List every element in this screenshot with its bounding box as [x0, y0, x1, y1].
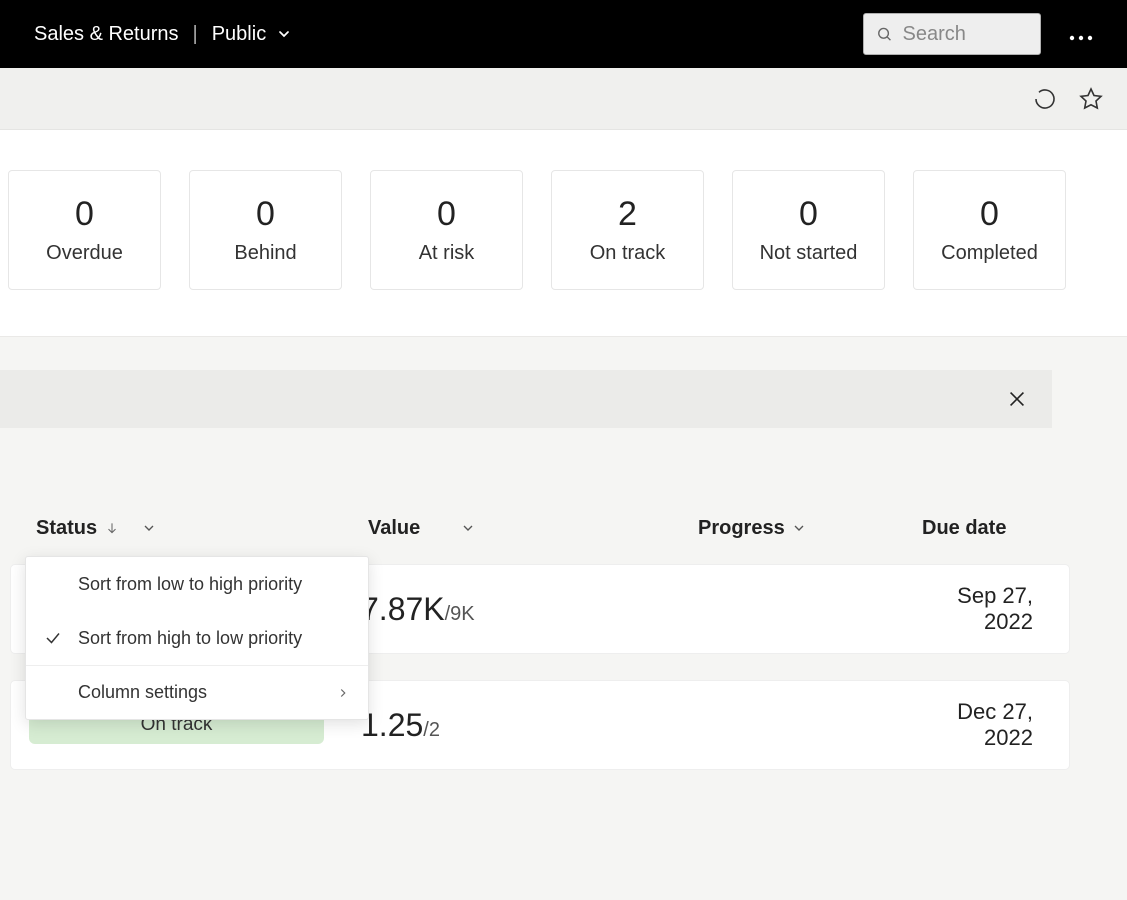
stat-value: 0 — [256, 195, 275, 234]
sort-down-icon — [105, 521, 119, 535]
column-header-value[interactable]: Value — [368, 517, 698, 540]
stat-value: 0 — [799, 195, 818, 234]
search-box[interactable] — [863, 13, 1041, 55]
chevron-down-icon — [460, 520, 476, 536]
stat-card-not-started[interactable]: 0 Not started — [732, 170, 885, 290]
more-dots-icon — [1069, 35, 1093, 41]
stat-card-completed[interactable]: 0 Completed — [913, 170, 1066, 290]
sub-header — [0, 68, 1127, 130]
menu-item-sort-high-low[interactable]: Sort from high to low priority — [26, 611, 368, 665]
visibility-label: Public — [212, 23, 266, 46]
check-slot — [44, 629, 66, 647]
search-input[interactable] — [903, 23, 1028, 46]
column-label: Status — [36, 517, 97, 540]
chevron-down-icon — [791, 520, 807, 536]
stat-value: 2 — [618, 195, 637, 234]
column-label: Due date — [922, 517, 1006, 539]
menu-label: Sort from high to low priority — [78, 628, 350, 649]
stat-label: At risk — [419, 242, 475, 265]
stats-row: 0 Overdue 0 Behind 0 At risk 2 On track … — [0, 130, 1127, 337]
visibility-dropdown[interactable]: Public — [212, 23, 292, 46]
stat-label: Overdue — [46, 242, 123, 265]
stat-value: 0 — [437, 195, 456, 234]
chevron-right-icon — [336, 686, 350, 700]
more-options-button[interactable] — [1069, 21, 1093, 47]
star-icon[interactable] — [1079, 87, 1103, 111]
menu-item-column-settings[interactable]: Column settings — [26, 665, 368, 719]
stat-label: Completed — [941, 242, 1038, 265]
value-cell: 1.25 /2 — [361, 707, 691, 744]
header-left: Sales & Returns | Public — [34, 23, 292, 46]
status-sort-menu: Sort from low to high priority Sort from… — [25, 556, 369, 720]
stat-label: Behind — [234, 242, 296, 265]
stat-card-behind[interactable]: 0 Behind — [189, 170, 342, 290]
value-main: 7.87K — [361, 591, 445, 628]
stat-card-at-risk[interactable]: 0 At risk — [370, 170, 523, 290]
stat-value: 0 — [75, 195, 94, 234]
report-title: Sales & Returns — [34, 23, 179, 46]
checkmark-icon — [44, 629, 62, 647]
info-banner — [0, 370, 1052, 428]
refresh-icon[interactable] — [1033, 87, 1057, 111]
stat-label: Not started — [760, 242, 858, 265]
top-header: Sales & Returns | Public — [0, 0, 1127, 68]
menu-item-sort-low-high[interactable]: Sort from low to high priority — [26, 557, 368, 611]
header-right — [863, 13, 1093, 55]
table-header-row: Status Value Progress Due date — [10, 504, 1117, 552]
menu-label: Column settings — [78, 682, 324, 703]
title-divider: | — [193, 23, 198, 46]
value-main: 1.25 — [361, 707, 423, 744]
column-label: Progress — [698, 517, 785, 540]
column-header-status[interactable]: Status — [36, 517, 368, 540]
value-target: /2 — [423, 719, 440, 742]
stat-card-overdue[interactable]: 0 Overdue — [8, 170, 161, 290]
goals-table: Status Value Progress Due date On track … — [0, 428, 1127, 770]
due-date: Dec 27, 2022 — [915, 699, 1051, 751]
chevron-down-icon — [141, 520, 157, 536]
stat-value: 0 — [980, 195, 999, 234]
stat-label: On track — [590, 242, 666, 265]
column-header-progress[interactable]: Progress — [698, 517, 922, 540]
stat-card-on-track[interactable]: 2 On track — [551, 170, 704, 290]
due-date: Sep 27, 2022 — [915, 583, 1051, 635]
chevron-down-icon — [276, 26, 292, 42]
column-label: Value — [368, 517, 420, 540]
column-header-due[interactable]: Due date — [922, 517, 1091, 540]
search-icon — [876, 24, 893, 44]
menu-label: Sort from low to high priority — [78, 574, 350, 595]
close-icon[interactable] — [1006, 388, 1028, 410]
value-cell: 7.87K /9K — [361, 591, 691, 628]
value-target: /9K — [445, 603, 475, 626]
